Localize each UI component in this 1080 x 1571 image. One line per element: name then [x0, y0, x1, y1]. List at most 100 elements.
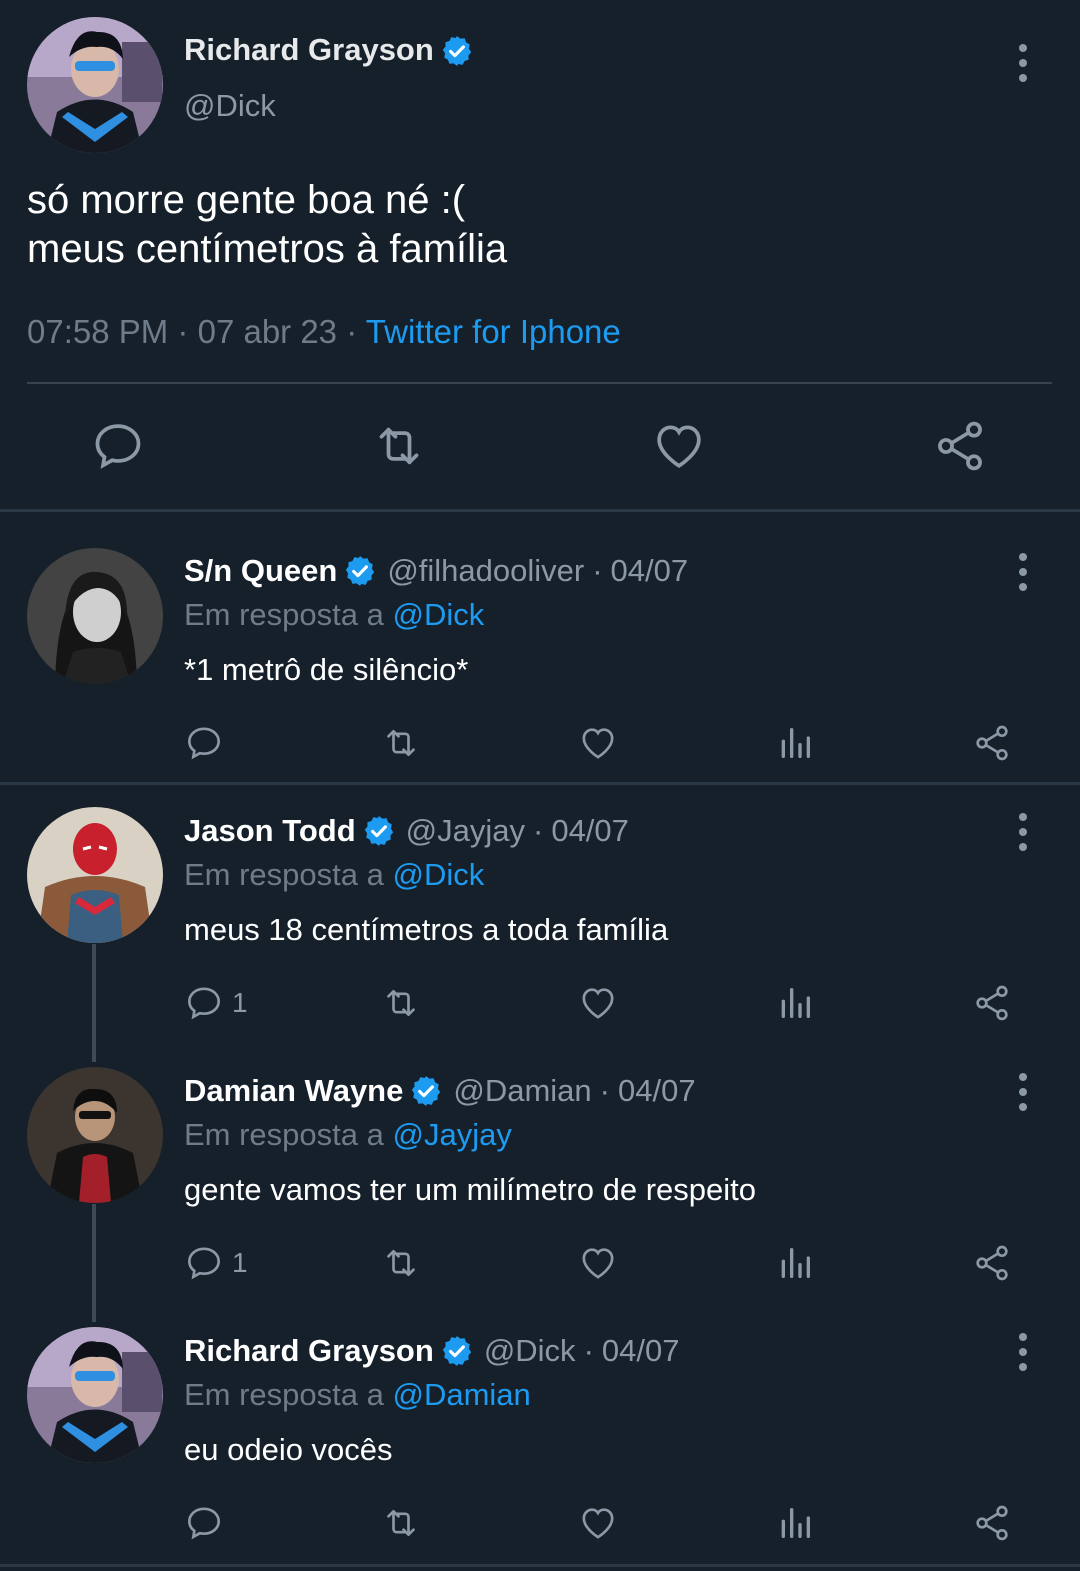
reply-prefix: Em resposta a — [184, 597, 384, 632]
share-button[interactable] — [972, 1240, 1012, 1286]
reply-header: Jason Todd @Jayjay · 04/07 — [184, 813, 629, 849]
reply-header: Richard Grayson @Dick · 04/07 — [184, 1333, 679, 1369]
like-button[interactable] — [578, 1240, 618, 1286]
reply-prefix: Em resposta a — [184, 1377, 384, 1412]
reply-mention-link[interactable]: @Jayjay — [393, 1117, 512, 1152]
like-icon — [582, 988, 614, 1019]
author-name[interactable]: Jason Todd — [184, 813, 356, 849]
reply-tweet: Jason Todd @Jayjay · 04/07 Em resposta a… — [0, 805, 1080, 1045]
retweet-icon — [387, 730, 415, 756]
meta-separator: · — [346, 313, 358, 350]
reply-icon — [187, 1507, 221, 1540]
author-handle[interactable]: @Dick — [484, 1333, 576, 1369]
share-icon — [976, 725, 1008, 761]
author-handle[interactable]: @Damian — [453, 1073, 591, 1109]
share-button[interactable] — [972, 1500, 1012, 1546]
like-button[interactable] — [578, 1500, 618, 1546]
reply-date: 04/07 — [610, 553, 689, 588]
tweet-time: 07:58 PM — [27, 313, 169, 350]
analytics-icon — [781, 988, 810, 1018]
verified-badge-icon — [442, 36, 472, 66]
like-icon[interactable] — [651, 418, 707, 474]
nightwing-avatar[interactable] — [27, 17, 163, 153]
analytics-icon — [781, 1508, 810, 1538]
reply-button[interactable]: 1 — [184, 980, 248, 1026]
author-handle[interactable]: @filhadooliver — [387, 553, 584, 589]
reply-mention-link[interactable]: @Dick — [393, 597, 485, 632]
reply-text: *1 metrô de silêncio* — [184, 652, 469, 687]
share-button[interactable] — [972, 720, 1012, 766]
retweet-button[interactable] — [381, 1240, 421, 1286]
reply-prefix: Em resposta a — [184, 857, 384, 892]
author-name[interactable]: Damian Wayne — [184, 1073, 403, 1109]
retweet-button[interactable] — [381, 720, 421, 766]
author-name[interactable]: Richard Grayson — [184, 32, 434, 68]
robin-avatar[interactable] — [27, 1067, 163, 1203]
reply-context: Em resposta a @Damian — [184, 1377, 531, 1413]
reply-date: 04/07 — [618, 1073, 696, 1108]
more-options-icon[interactable] — [1003, 1067, 1043, 1117]
section-divider — [0, 509, 1080, 512]
reply-button[interactable] — [184, 1500, 232, 1546]
date-separator: · — [599, 1073, 610, 1108]
verified-badge-icon — [364, 816, 393, 846]
more-options-icon[interactable] — [1003, 807, 1043, 857]
reply-mention-link[interactable]: @Damian — [393, 1377, 531, 1412]
section-divider — [0, 782, 1080, 785]
date-separator: · — [583, 1333, 594, 1368]
reply-icon — [187, 987, 221, 1020]
reply-count: 1 — [232, 987, 248, 1018]
reply-date: 04/07 — [601, 1333, 680, 1368]
verified-badge-icon — [442, 1336, 471, 1366]
reply-header: S/n Queen @filhadooliver · 04/07 — [184, 553, 688, 589]
author-handle[interactable]: @Jayjay — [406, 813, 525, 849]
share-button[interactable] — [972, 980, 1012, 1026]
reply-button[interactable] — [184, 720, 232, 766]
analytics-button[interactable] — [775, 1240, 815, 1286]
reply-context: Em resposta a @Jayjay — [184, 1117, 512, 1153]
reply-icon — [187, 1247, 221, 1280]
reply-icon[interactable] — [90, 418, 146, 474]
reply-header: Damian Wayne @Damian · 04/07 — [184, 1073, 696, 1109]
tweet-metadata: 07:58 PM · 07 abr 23 · Twitter for Iphon… — [27, 313, 621, 351]
divider — [27, 382, 1052, 384]
retweet-button[interactable] — [381, 980, 421, 1026]
tweet-source-link[interactable]: Twitter for Iphone — [366, 313, 621, 350]
more-options-icon[interactable] — [1003, 1327, 1043, 1377]
reply-date: 04/07 — [551, 813, 629, 848]
author-handle[interactable]: @Dick — [184, 88, 276, 124]
analytics-icon — [781, 728, 810, 758]
date-separator: · — [533, 813, 544, 848]
analytics-icon — [781, 1248, 810, 1278]
like-button[interactable] — [578, 980, 618, 1026]
dark-haired-girl-avatar[interactable] — [27, 548, 163, 684]
like-button[interactable] — [578, 720, 618, 766]
analytics-button[interactable] — [775, 980, 815, 1026]
verified-badge-icon — [346, 556, 375, 586]
reply-icon — [187, 727, 221, 760]
share-icon — [976, 985, 1008, 1021]
retweet-button[interactable] — [381, 1500, 421, 1546]
retweet-icon[interactable] — [371, 418, 427, 474]
more-options-icon[interactable] — [1003, 38, 1043, 88]
more-options-icon[interactable] — [1003, 547, 1043, 597]
analytics-button[interactable] — [775, 1500, 815, 1546]
share-icon — [976, 1505, 1008, 1541]
retweet-icon — [387, 990, 415, 1016]
reply-context: Em resposta a @Dick — [184, 597, 484, 633]
tweet-text: só morre gente boa né :( meus centímetro… — [27, 178, 508, 271]
share-icon — [976, 1245, 1008, 1281]
reply-text: eu odeio vocês — [184, 1432, 393, 1467]
reply-button[interactable]: 1 — [184, 1240, 248, 1286]
retweet-icon — [387, 1250, 415, 1276]
analytics-button[interactable] — [775, 720, 815, 766]
author-name[interactable]: Richard Grayson — [184, 1333, 434, 1369]
tweet-thread-page: Richard Grayson @Dick só morre gente boa… — [0, 0, 1080, 1571]
verified-badge-icon — [412, 1076, 441, 1106]
nightwing-avatar[interactable] — [27, 1327, 163, 1463]
share-icon[interactable] — [932, 418, 988, 474]
red-hood-avatar[interactable] — [27, 807, 163, 943]
reply-tweet: Richard Grayson @Dick · 04/07 Em respost… — [0, 1325, 1080, 1565]
author-name[interactable]: S/n Queen — [184, 553, 337, 589]
reply-mention-link[interactable]: @Dick — [393, 857, 485, 892]
